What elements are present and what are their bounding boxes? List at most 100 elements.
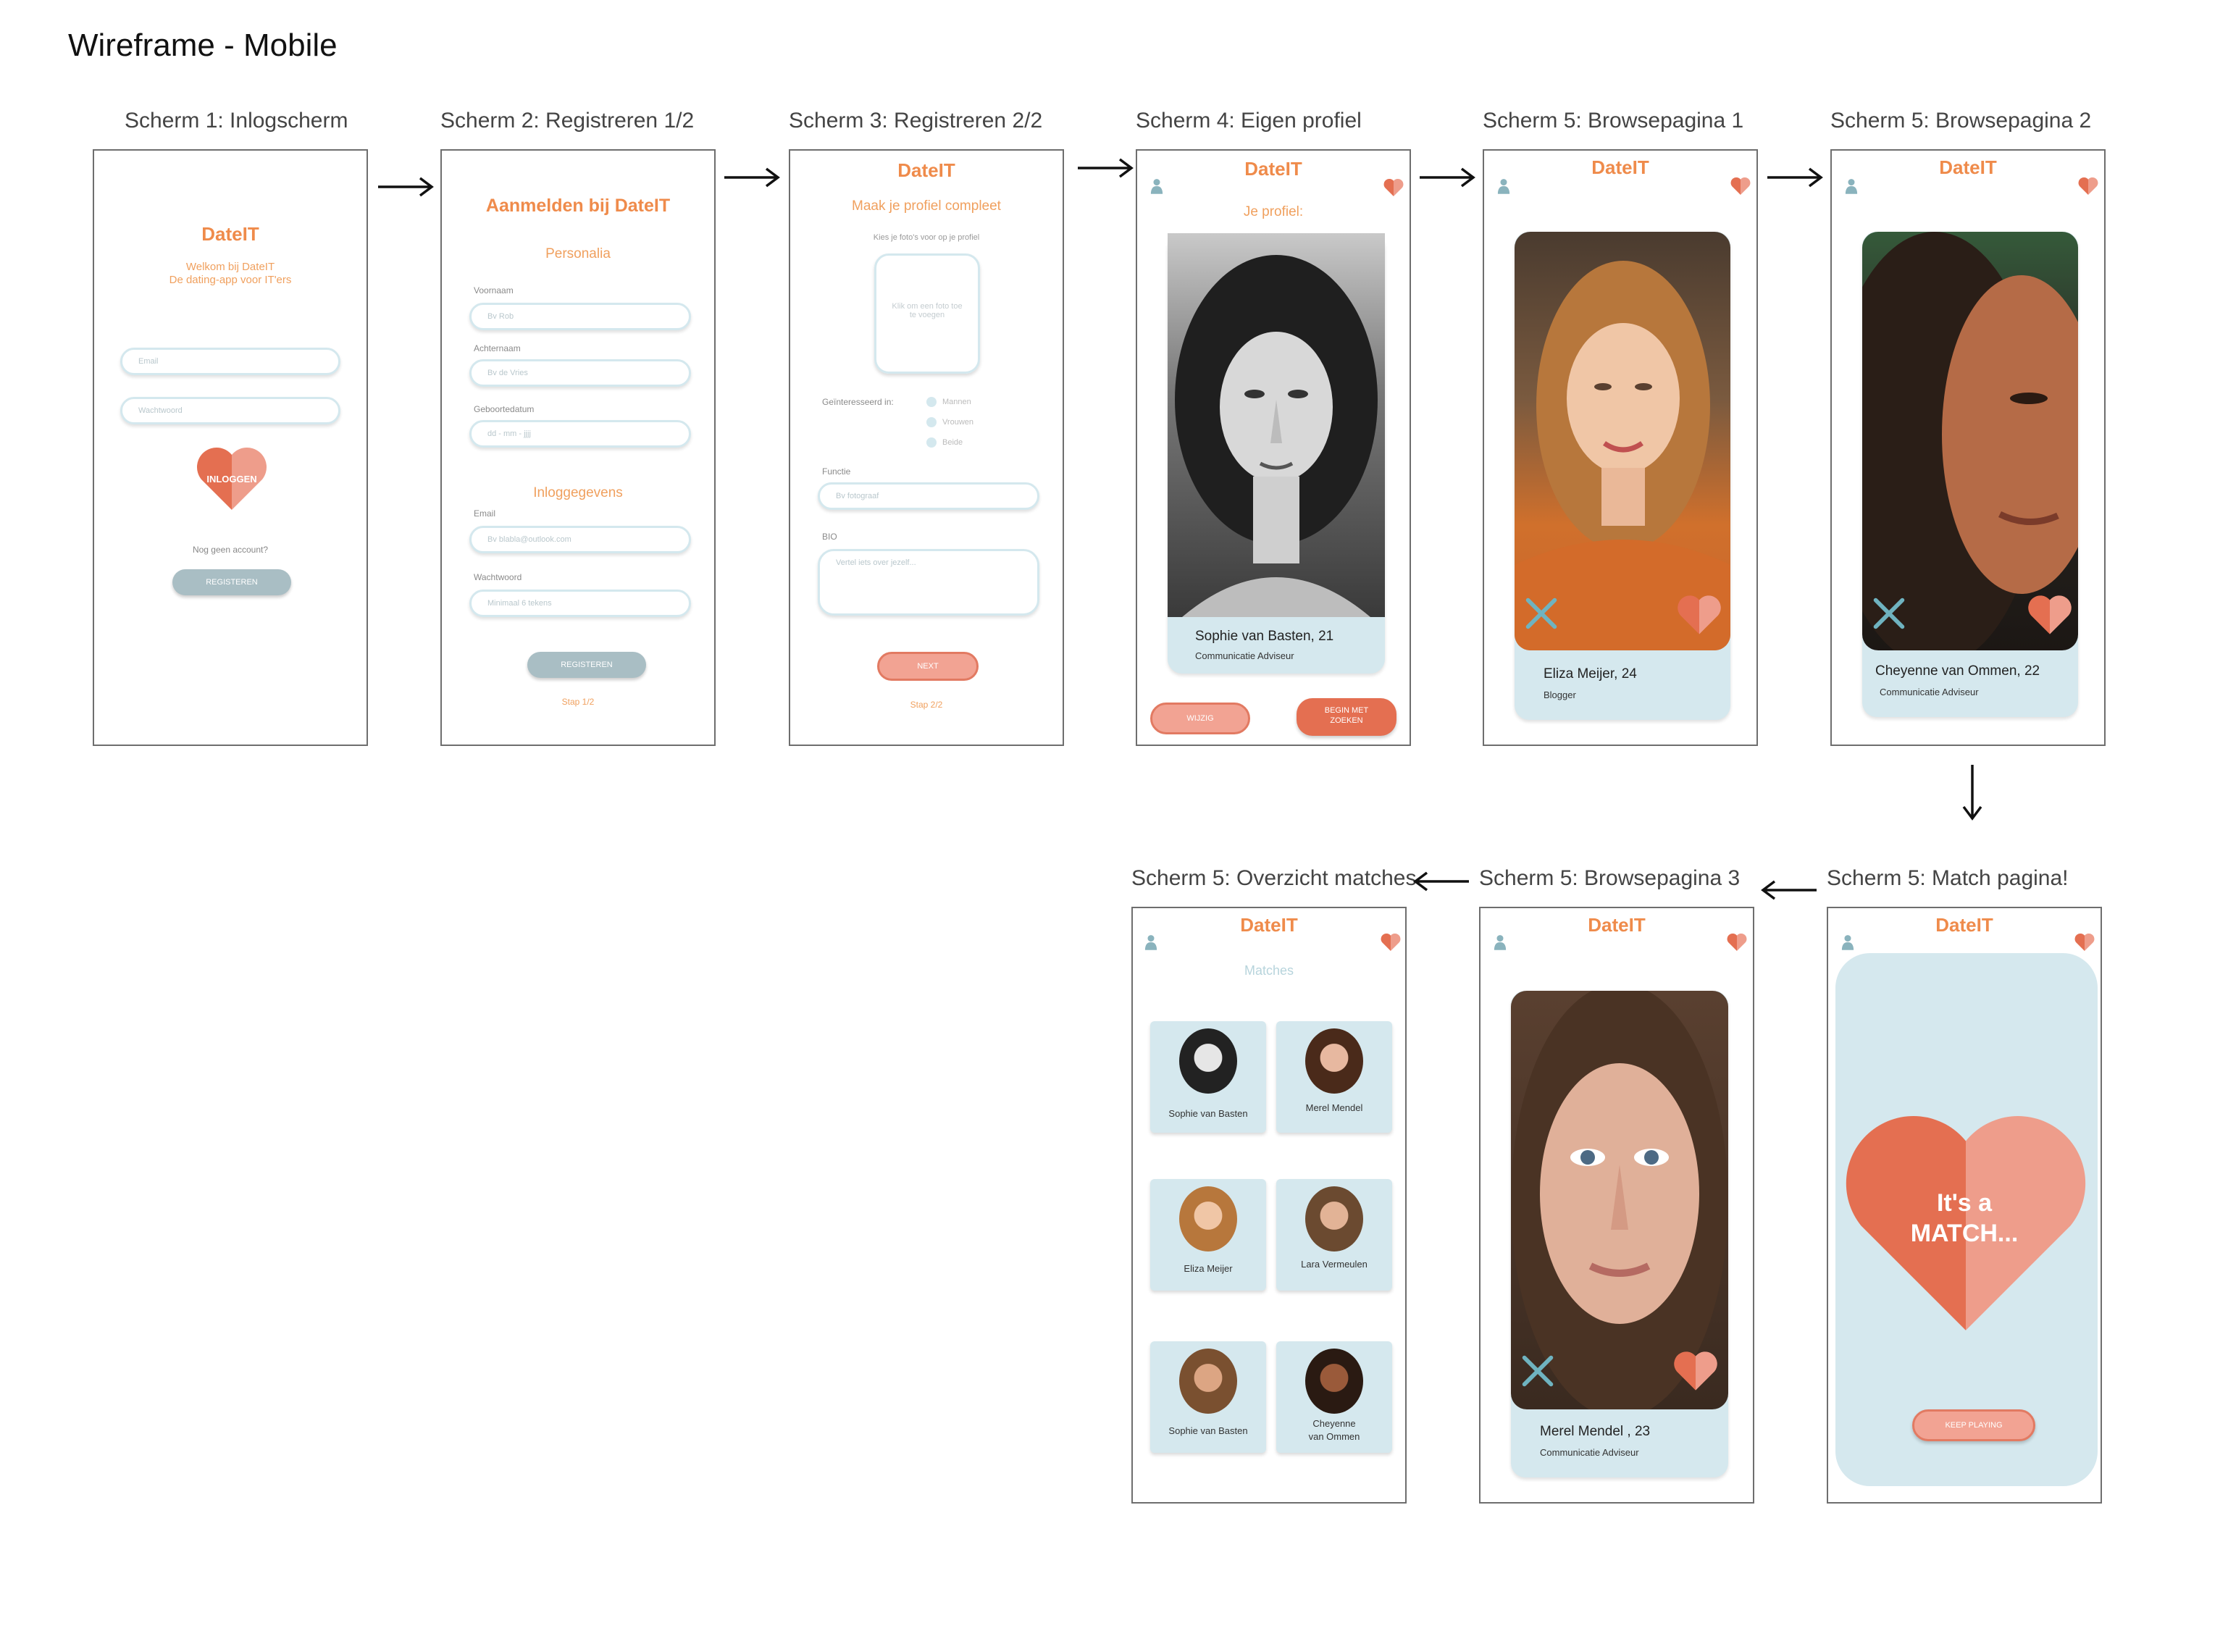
avatar: [1179, 1349, 1237, 1414]
password-input[interactable]: Wachtwoord: [120, 397, 340, 424]
app-logo: DateIT: [897, 159, 955, 181]
profile-person-icon[interactable]: [1845, 178, 1858, 194]
radio-women-label: Vrouwen: [942, 417, 974, 427]
avatar: [1305, 1186, 1363, 1251]
dob-label: Geboortedatum: [474, 404, 535, 414]
login-heart-button[interactable]: INLOGGEN: [196, 446, 268, 511]
screen9-caption: Scherm 5: Match pagina!: [1827, 866, 2069, 890]
like-heart-icon[interactable]: [1677, 594, 1722, 636]
matches-heart-icon[interactable]: [1730, 177, 1751, 196]
match-tile[interactable]: Sophie van Basten: [1150, 1021, 1266, 1133]
reject-x-icon[interactable]: [1525, 597, 1558, 630]
interest-label: Geïnteresseerd in:: [822, 397, 894, 407]
profile-person-icon[interactable]: [1150, 178, 1163, 194]
profile-heading: Je profiel:: [1243, 204, 1304, 219]
profile-person-icon[interactable]: [1497, 178, 1510, 194]
radio-women[interactable]: Vrouwen: [926, 417, 973, 427]
screen4-caption: Scherm 4: Eigen profiel: [1136, 109, 1362, 133]
screen4-own-profile: DateIT Je profiel: Sophie van Basten, 21…: [1136, 149, 1411, 746]
profile-job: Blogger: [1544, 689, 1576, 700]
match-tile[interactable]: Sophie van Basten: [1150, 1341, 1266, 1453]
radio-both-label: Beide: [942, 437, 963, 447]
matches-heart-icon[interactable]: [2074, 933, 2095, 952]
profile-person-icon[interactable]: [1494, 934, 1507, 950]
step-indicator: Stap 1/2: [561, 697, 595, 707]
profile-name: Merel Mendel , 23: [1540, 1424, 1651, 1439]
matches-heart-icon[interactable]: [1727, 933, 1747, 952]
matches-heart-icon[interactable]: [2078, 177, 2098, 196]
match-name: van Ommen: [1308, 1431, 1360, 1442]
document-title: Wireframe - Mobile: [68, 28, 338, 63]
profile-job: Communicatie Adviseur: [1880, 687, 1979, 697]
email-label: Email: [474, 508, 496, 519]
radio-circle[interactable]: [926, 417, 937, 427]
reject-x-icon[interactable]: [1521, 1354, 1554, 1388]
register-title: Aanmelden bij DateIT: [485, 196, 671, 216]
start-searching-button[interactable]: BEGIN MET ZOEKEN: [1297, 698, 1396, 736]
flow-arrow-right-icon: [1766, 167, 1824, 188]
function-label: Functie: [822, 466, 851, 477]
keep-playing-button[interactable]: KEEP PLAYING: [1912, 1409, 2035, 1441]
password-input[interactable]: Minimaal 6 tekens: [469, 590, 691, 617]
flow-arrow-right-icon: [723, 167, 781, 188]
matches-heart-icon[interactable]: [1381, 933, 1401, 952]
dob-input[interactable]: dd - mm - jjjj: [469, 420, 691, 448]
register-button[interactable]: REGISTEREN: [172, 569, 291, 595]
profile-name: Cheyenne van Ommen, 22: [1875, 663, 2040, 679]
section-login-details: Inloggegevens: [533, 485, 623, 500]
start-line1: BEGIN MET: [1324, 706, 1369, 715]
flow-arrow-right-icon: [377, 176, 435, 198]
radio-circle[interactable]: [926, 397, 937, 407]
radio-circle[interactable]: [926, 437, 937, 448]
screen1-login: DateIT Welkom bij DateIT De dating-app v…: [93, 149, 368, 746]
profile-name: Sophie van Basten, 21: [1195, 629, 1334, 644]
welcome-line: Welkom bij DateIT: [185, 261, 275, 273]
function-input[interactable]: Bv fotograaf: [818, 482, 1039, 510]
match-name: Sophie van Basten: [1168, 1108, 1248, 1119]
avatar: [1179, 1186, 1237, 1251]
email-input[interactable]: Bv blabla@outlook.com: [469, 526, 691, 553]
register-button[interactable]: REGISTEREN: [527, 652, 646, 678]
lastname-label: Achternaam: [474, 343, 521, 353]
flow-arrow-left-icon: [1412, 871, 1470, 892]
profile-person-icon[interactable]: [1144, 934, 1157, 950]
match-tile[interactable]: Lara Vermeulen: [1276, 1179, 1392, 1291]
firstname-input[interactable]: Bv Rob: [469, 303, 691, 330]
like-heart-icon[interactable]: [2027, 594, 2072, 636]
match-text-line2: MATCH...: [1910, 1220, 2019, 1247]
profile-job: Communicatie Adviseur: [1540, 1447, 1639, 1458]
welcome-subline: De dating-app voor IT'ers: [169, 274, 292, 286]
match-tile[interactable]: Cheyenne van Ommen: [1276, 1341, 1392, 1453]
profile-name: Eliza Meijer, 24: [1544, 666, 1637, 682]
profile-setup-title: Maak je profiel compleet: [852, 198, 1001, 214]
photo-upload-box[interactable]: Klik om een foto toe te voegen: [874, 253, 980, 374]
flow-arrow-right-icon: [1418, 167, 1476, 188]
next-button[interactable]: NEXT: [877, 652, 979, 681]
match-tile[interactable]: Merel Mendel: [1276, 1021, 1392, 1133]
photo-hint: Kies je foto's voor op je profiel: [873, 233, 980, 242]
reject-x-icon[interactable]: [1872, 597, 1906, 630]
app-logo: DateIT: [201, 223, 259, 245]
app-logo: DateIT: [1939, 156, 1997, 178]
app-logo: DateIT: [1935, 914, 1993, 936]
app-logo: DateIT: [1244, 158, 1302, 180]
match-name: Eliza Meijer: [1184, 1263, 1233, 1274]
screen3-caption: Scherm 3: Registreren 2/2: [789, 109, 1043, 133]
avatar: [1305, 1349, 1363, 1414]
matches-heart-icon[interactable]: [1383, 178, 1404, 197]
matches-heading: Matches: [1244, 963, 1294, 978]
step-indicator: Stap 2/2: [910, 700, 943, 710]
match-tile[interactable]: Eliza Meijer: [1150, 1179, 1266, 1291]
match-name: Lara Vermeulen: [1301, 1259, 1368, 1270]
bio-textarea[interactable]: Vertel iets over jezelf...: [818, 549, 1039, 616]
match-text-line1: It's a: [1936, 1189, 1993, 1217]
like-heart-icon[interactable]: [1673, 1350, 1718, 1392]
radio-men[interactable]: Mannen: [926, 397, 971, 407]
radio-both[interactable]: Beide: [926, 437, 963, 448]
password-label: Wachtwoord: [474, 572, 522, 582]
edit-button[interactable]: WIJZIG: [1150, 703, 1250, 734]
radio-men-label: Mannen: [942, 397, 971, 406]
profile-person-icon[interactable]: [1841, 934, 1854, 950]
email-input[interactable]: Email: [120, 348, 340, 375]
lastname-input[interactable]: Bv de Vries: [469, 359, 691, 387]
